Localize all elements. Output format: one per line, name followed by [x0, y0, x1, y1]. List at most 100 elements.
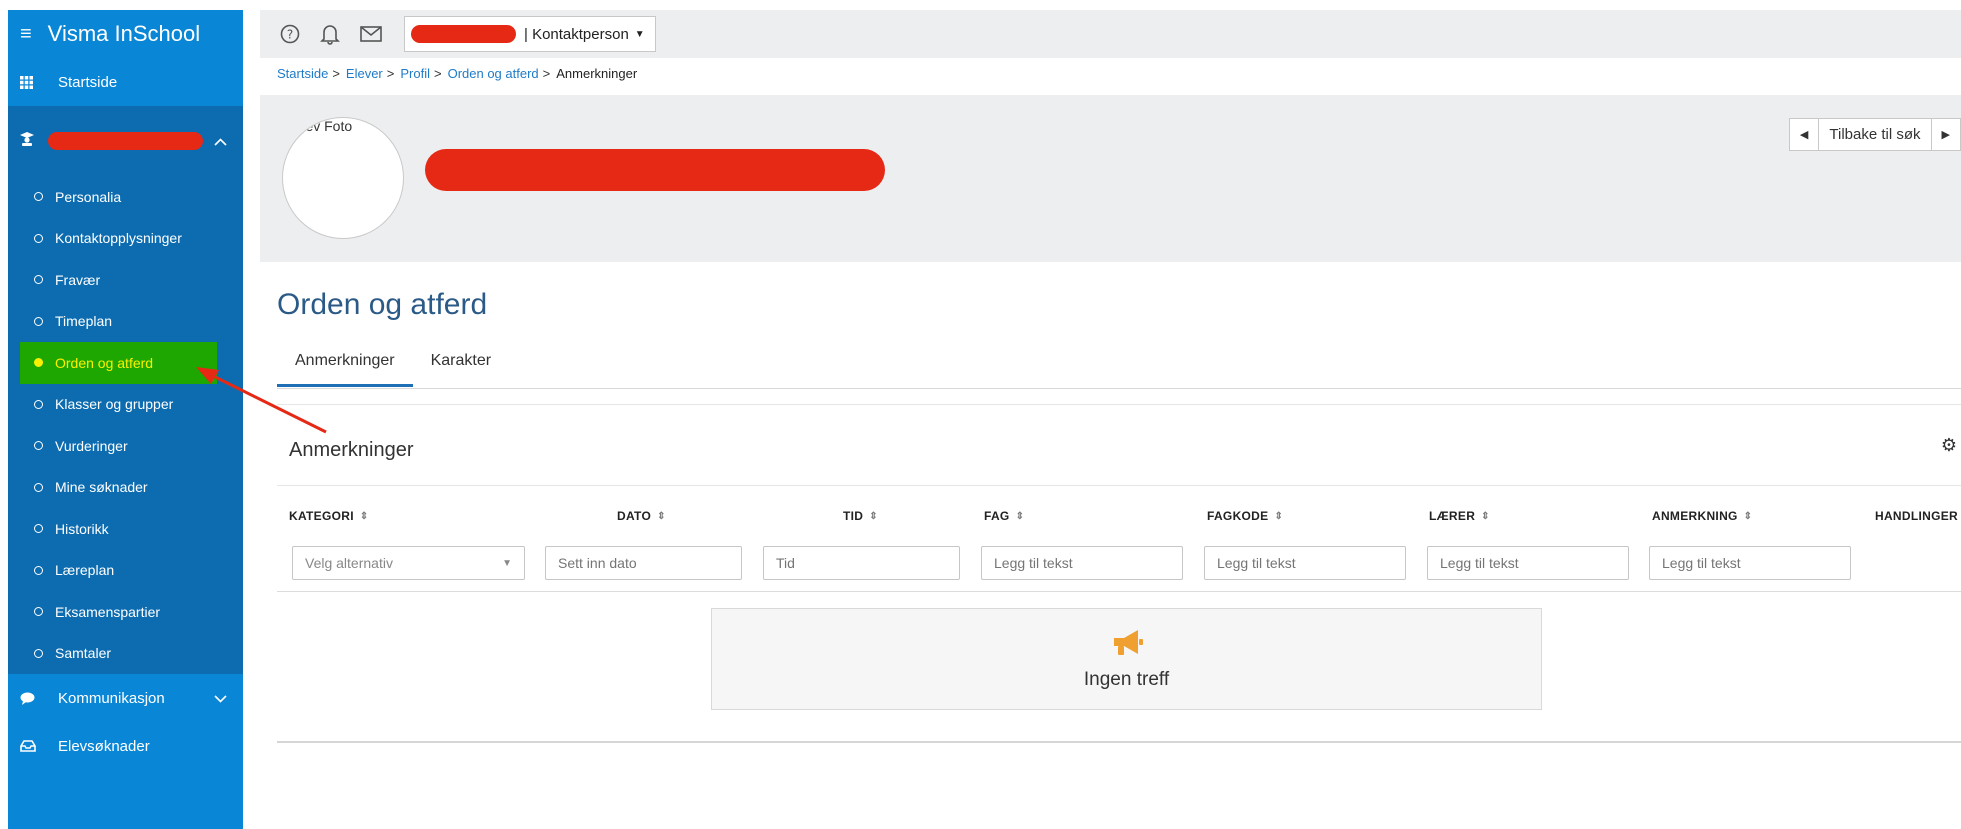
- subject-filter-input[interactable]: [981, 546, 1183, 580]
- column-label: KATEGORI: [289, 509, 354, 523]
- sidebar-subitem-klasser-og-grupper[interactable]: Klasser og grupper: [8, 384, 243, 426]
- teacher-filter-input[interactable]: [1427, 546, 1629, 580]
- sort-icon: ⇕: [359, 510, 369, 522]
- sidebar-subitem-eksamenspartier[interactable]: Eksamenspartier: [8, 591, 243, 633]
- circle-icon: [34, 565, 43, 575]
- chevron-right-icon: >: [332, 66, 340, 81]
- sidebar-subitem-label: Fravær: [55, 271, 101, 288]
- sidebar-subitem-label: Timeplan: [55, 313, 113, 330]
- redacted-student-name: [48, 132, 203, 150]
- sidebar-subitem-samtaler[interactable]: Samtaler: [8, 633, 243, 675]
- category-select[interactable]: Velg alternativ ▼: [292, 546, 525, 580]
- svg-text:?: ?: [287, 28, 293, 42]
- sidebar-item-communication[interactable]: Kommunikasjon: [8, 674, 243, 722]
- sidebar-subitem-label: Vurderinger: [55, 437, 128, 454]
- breadcrumb-current: Anmerkninger: [556, 66, 638, 81]
- breadcrumb-link[interactable]: Elever: [346, 66, 383, 81]
- breadcrumb-link[interactable]: Orden og atferd: [448, 66, 539, 81]
- sort-icon: ⇕: [869, 510, 878, 522]
- time-filter-input[interactable]: [763, 546, 960, 580]
- role-selector[interactable]: | Kontaktperson ▼: [404, 16, 656, 52]
- sort-icon: ⇕: [1015, 510, 1025, 522]
- sort-icon: ⇕: [1274, 510, 1284, 522]
- column-header-fag[interactable]: FAG ⇕: [984, 509, 1024, 523]
- student-section: Personalia Kontaktopplysninger Fravær Timep…: [8, 106, 243, 674]
- tab-anmerkninger[interactable]: Anmerkninger: [277, 350, 413, 387]
- sidebar-subitem-personalia[interactable]: Personalia: [8, 176, 243, 218]
- sidebar-subitem-label: Samtaler: [55, 645, 112, 662]
- sidebar-subitem-læreplan[interactable]: Læreplan: [8, 550, 243, 592]
- previous-arrow-icon[interactable]: ◀: [1790, 119, 1820, 150]
- remarks-panel: Anmerkninger ⚙ KATEGORI ⇕ DATO ⇕ TID ⇕ FAG ⇕…: [277, 404, 1961, 743]
- caret-down-icon: ▼: [502, 557, 512, 569]
- tab-karakter[interactable]: Karakter: [413, 350, 509, 387]
- chevron-down-icon[interactable]: [214, 690, 227, 706]
- sidebar-subitem-label: Orden og atferd: [55, 354, 154, 371]
- column-header-fagkode[interactable]: FAGKODE ⇕: [1207, 509, 1283, 523]
- next-arrow-icon[interactable]: ▶: [1930, 119, 1960, 150]
- sidebar-subitem-label: Læreplan: [55, 562, 115, 579]
- column-header-anmerkning[interactable]: ANMERKNING ⇕: [1652, 509, 1752, 523]
- sidebar-subitem-kontaktopplysninger[interactable]: Kontaktopplysninger: [8, 218, 243, 260]
- help-icon[interactable]: ?: [280, 24, 300, 44]
- breadcrumb: Startside > Elever > Profil > Orden og atfe…: [277, 66, 637, 81]
- column-label: ANMERKNING: [1652, 509, 1738, 523]
- column-header-dato[interactable]: DATO ⇕: [617, 509, 666, 523]
- sort-icon: ⇕: [1481, 510, 1490, 522]
- sidebar-subitem-label: Personalia: [55, 188, 122, 205]
- column-label: LÆRER: [1429, 509, 1476, 523]
- sidebar-item-label: Kommunikasjon: [58, 689, 165, 707]
- student-section-header[interactable]: [8, 106, 243, 176]
- sidebar-subitem-mine-søknader[interactable]: Mine søknader: [8, 467, 243, 509]
- subject-code-filter-input[interactable]: [1204, 546, 1406, 580]
- circle-icon: [34, 275, 43, 285]
- app-title: Visma InSchool: [47, 21, 201, 46]
- role-label: | Kontaktperson: [524, 25, 629, 43]
- sidebar-item-applications[interactable]: Elevsøknader: [8, 722, 243, 770]
- chevron-up-icon[interactable]: [214, 133, 227, 149]
- circle-icon: [34, 482, 43, 492]
- sidebar-subitem-historikk[interactable]: Historikk: [8, 508, 243, 550]
- circle-icon: [34, 192, 43, 202]
- sidebar-subitem-label: Kontaktopplysninger: [55, 230, 182, 247]
- column-label: FAGKODE: [1207, 509, 1269, 523]
- mail-icon[interactable]: [360, 26, 382, 42]
- inbox-icon: [20, 740, 46, 752]
- breadcrumb-link[interactable]: Profil: [400, 66, 430, 81]
- profile-header: Elev Foto ◀ Tilbake til søk ▶: [260, 95, 1961, 262]
- chevron-right-icon: >: [433, 66, 442, 81]
- sidebar-subitem-orden-og-atferd[interactable]: Orden og atferd: [20, 342, 217, 384]
- column-header-kategori[interactable]: KATEGORI ⇕: [289, 509, 369, 523]
- gear-icon[interactable]: ⚙: [1941, 435, 1957, 456]
- bell-icon[interactable]: [320, 23, 340, 45]
- sidebar-subitem-timeplan[interactable]: Timeplan: [8, 301, 243, 343]
- sidebar-subitem-fravær[interactable]: Fravær: [8, 259, 243, 301]
- circle-icon: [34, 524, 43, 534]
- panel-title: Anmerkninger: [289, 439, 414, 461]
- breadcrumb-link[interactable]: Startside: [277, 66, 328, 81]
- caret-down-icon: ▼: [634, 28, 645, 40]
- avatar-alt-text: Elev Foto: [293, 118, 353, 134]
- hamburger-menu-icon[interactable]: ≡: [20, 23, 32, 46]
- circle-icon: [34, 648, 43, 658]
- column-header-tid[interactable]: TID ⇕: [843, 509, 878, 523]
- sidebar-subitem-label: Eksamenspartier: [55, 603, 161, 620]
- avatar: Elev Foto: [282, 117, 404, 239]
- chat-bubble-icon: [20, 692, 46, 705]
- date-filter-input[interactable]: [545, 546, 742, 580]
- column-header-laerer[interactable]: LÆRER ⇕: [1429, 509, 1490, 523]
- tab-bar: Anmerkninger Karakter: [277, 350, 1961, 389]
- circle-icon: [34, 316, 43, 326]
- column-label: TID: [843, 509, 864, 523]
- sidebar: ≡ Visma InSchool Startside Personalia Kon…: [8, 10, 243, 829]
- sidebar-subitem-vurderinger[interactable]: Vurderinger: [8, 425, 243, 467]
- column-header-handlinger: HANDLINGER: [1875, 509, 1958, 523]
- back-to-search-button[interactable]: Tilbake til søk: [1819, 119, 1930, 150]
- empty-state-text: Ingen treff: [1083, 668, 1170, 690]
- column-label: FAG: [984, 509, 1010, 523]
- student-submenu: Personalia Kontaktopplysninger Fravær Timep…: [8, 176, 243, 674]
- sidebar-item-home[interactable]: Startside: [8, 58, 243, 106]
- circle-icon: [34, 441, 43, 451]
- remark-filter-input[interactable]: [1649, 546, 1851, 580]
- grid-icon: [20, 75, 46, 89]
